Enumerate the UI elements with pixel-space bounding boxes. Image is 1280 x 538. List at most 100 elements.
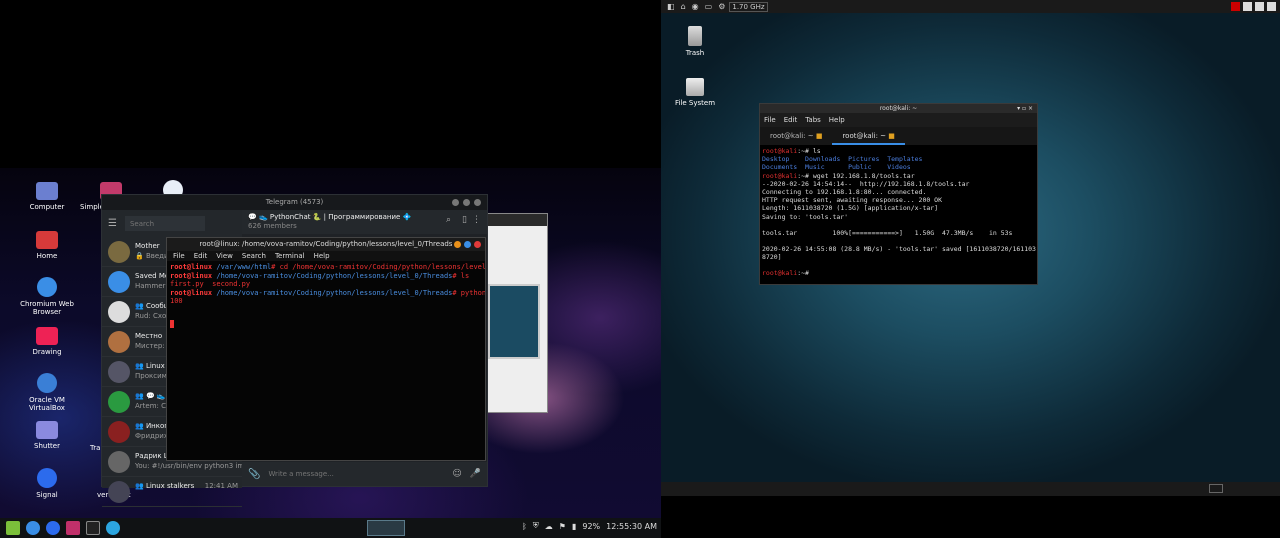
flag-icon[interactable]: ⚑ [559, 522, 566, 531]
browser-icon[interactable]: ◉ [692, 2, 699, 11]
desktop-icon-home[interactable]: Home [17, 231, 77, 260]
close-icon[interactable] [474, 199, 481, 206]
icon-label: File System [674, 99, 716, 107]
harddrive-icon [686, 78, 704, 96]
home-icon[interactable]: ⌂ [681, 2, 686, 11]
desktop-icon-computer[interactable]: Computer [17, 182, 77, 211]
linux-terminal-window[interactable]: root@linux: /home/vova-ramitov/Coding/py… [166, 237, 486, 461]
menu-item[interactable]: Search [242, 251, 266, 261]
icon-label: Shutter [34, 442, 60, 450]
menu-item[interactable]: Tabs [805, 113, 821, 127]
terminal-titlebar: root@kali: ~ ▾ ▫ × [760, 104, 1037, 113]
desktop-icon-shutter[interactable]: Shutter [17, 421, 77, 450]
terminal-menubar: File Edit View Search Terminal Help [167, 251, 485, 261]
browser-window[interactable] [487, 213, 548, 413]
telegram-launcher-icon[interactable] [106, 521, 120, 535]
chat-avatar [108, 391, 130, 413]
menu-item[interactable]: Edit [784, 113, 798, 127]
network-icon[interactable]: ☁ [545, 522, 553, 531]
bluetooth-icon[interactable]: ᛒ [522, 522, 527, 531]
chat-list-item[interactable]: 👥 Linux stalkers 12:41 AM [102, 477, 242, 507]
emoji-icon[interactable]: ☺ [452, 469, 461, 479]
message-compose-bar: 📎 ☺ 🎤 [242, 462, 487, 486]
terminal-line: Length: 1611038720 (1.5G) [application/x… [762, 204, 939, 213]
terminal-cursor [170, 320, 174, 328]
desktop-icon-drawing[interactable]: Drawing [17, 327, 77, 356]
message-input[interactable] [268, 470, 445, 478]
tray-icon-white-2[interactable] [1255, 2, 1264, 11]
icon-label-trash[interactable]: Tra [90, 444, 100, 452]
tray-icon-white[interactable] [1243, 2, 1252, 11]
monitor-icon[interactable]: ▭ [705, 2, 713, 11]
attach-icon[interactable]: 📎 [248, 469, 260, 480]
chromium-icon [37, 277, 57, 297]
terminal-line: root@kali:~# wget 192.168.1.8/tools.tar [762, 171, 915, 180]
kali-terminal-window[interactable]: root@kali: ~ ▾ ▫ × File Edit Tabs Help root… [759, 103, 1038, 285]
workspace-switcher[interactable] [367, 520, 405, 536]
battery-icon[interactable]: ▮ [572, 522, 576, 531]
menu-item[interactable]: Terminal [275, 251, 305, 261]
sidebar-toggle-icon[interactable]: ▯ [462, 216, 467, 225]
files-launcher-icon[interactable] [66, 521, 80, 535]
terminal-output[interactable]: root@linux /var/www/html# cd /home/vova-… [167, 261, 485, 308]
menu-item[interactable]: File [173, 251, 185, 261]
workspace-button[interactable] [1209, 484, 1223, 493]
chromium-launcher-icon[interactable] [26, 521, 40, 535]
search-input[interactable] [124, 216, 205, 231]
desktop-icon-trash[interactable]: Trash [681, 26, 709, 57]
desktop-icon-chromium[interactable]: Chromium Web Browser [17, 277, 77, 316]
menu-icon[interactable] [6, 521, 20, 535]
icon-label: Chromium Web Browser [20, 300, 74, 316]
icon-label: Home [36, 252, 58, 260]
settings-icon[interactable]: ⚙ [718, 2, 725, 11]
minimize-icon[interactable] [454, 241, 461, 248]
menu-item[interactable]: Help [314, 251, 330, 261]
chat-time: 12:41 AM [204, 482, 238, 490]
shield-icon[interactable]: ⛨ [533, 521, 539, 531]
tab-1[interactable]: root@kali: ~ ■ [760, 127, 832, 145]
search-icon[interactable]: ⌕ [446, 216, 451, 225]
left-desktop: Computer Simple Home Chromium Web Browse… [0, 0, 661, 538]
chat-header[interactable]: 💬 👟 PythonChat 🐍 | Программирование 💠 62… [242, 210, 487, 234]
icon-label: Drawing [32, 348, 62, 356]
maximize-icon[interactable] [463, 199, 470, 206]
signal-launcher-icon[interactable] [46, 521, 60, 535]
tab-close-icon[interactable]: ■ [816, 132, 823, 140]
desktop-icon-signal[interactable]: Signal [17, 468, 77, 499]
terminal-line: Saving to: 'tools.tar' [762, 212, 849, 221]
clock[interactable]: 12:55:30 AM [606, 522, 657, 531]
chat-avatar [108, 481, 130, 503]
terminal-line: 2020-02-26 14:55:08 (28.8 MB/s) - 'tools… [762, 245, 1036, 254]
terminal-launcher-icon[interactable] [86, 521, 100, 535]
chat-avatar [108, 241, 130, 263]
close-icon[interactable] [474, 241, 481, 248]
tab-2[interactable]: root@kali: ~ ■ [832, 127, 905, 145]
tab-close-icon[interactable]: ■ [888, 132, 895, 140]
home-icon [36, 231, 58, 249]
tab-label: root@kali: ~ [842, 132, 887, 140]
cpu-frequency: 1.70 GHz [729, 1, 768, 12]
terminal-line: 8720] [762, 253, 782, 262]
menu-icon[interactable]: ◧ [667, 2, 675, 11]
maximize-icon[interactable] [464, 241, 471, 248]
menu-item[interactable]: Help [829, 113, 845, 127]
tray-icon-red[interactable] [1231, 2, 1240, 11]
desktop-icon-virtualbox[interactable]: Oracle VM VirtualBox [17, 373, 77, 412]
menu-item[interactable]: Edit [194, 251, 208, 261]
menu-item[interactable]: File [764, 113, 776, 127]
hamburger-menu-icon[interactable]: ☰ [108, 218, 117, 229]
menu-item[interactable]: View [216, 251, 233, 261]
microphone-icon[interactable]: 🎤 [470, 469, 481, 479]
desktop-icon-filesystem[interactable]: File System [673, 78, 717, 107]
terminal-titlebar: root@linux: /home/vova-ramitov/Coding/py… [167, 238, 485, 251]
drawing-icon [36, 327, 58, 345]
minimize-icon[interactable] [452, 199, 459, 206]
terminal-output[interactable]: root@kali:~# ls Desktop Downloads Picture… [760, 145, 1037, 280]
power-icon[interactable] [1267, 2, 1276, 11]
window-controls-icon[interactable]: ▾ ▫ × [1017, 104, 1033, 113]
more-icon[interactable]: ⋮ [472, 216, 481, 225]
browser-titlebar [488, 214, 547, 226]
icon-label: Computer [29, 203, 65, 211]
telegram-title: Telegram (4573) [265, 198, 324, 206]
